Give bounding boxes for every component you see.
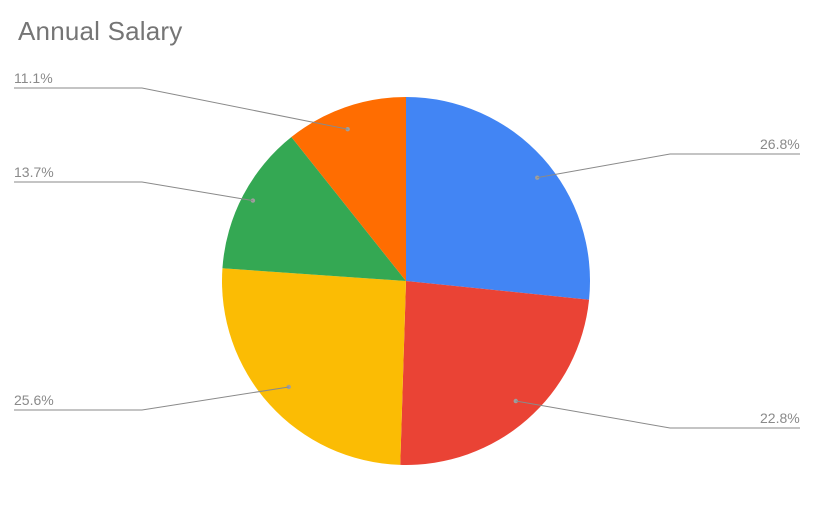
leader-line — [516, 401, 800, 428]
slice-red — [400, 281, 589, 465]
leader-line — [537, 154, 800, 178]
slice-label-blue: 26.8% — [760, 136, 800, 152]
slice-label-yellow: 25.6% — [14, 392, 54, 408]
slice-label-red: 22.8% — [760, 410, 800, 426]
leader-line — [14, 387, 289, 410]
slice-label-green: 13.7% — [14, 164, 54, 180]
slice-blue — [406, 97, 590, 300]
slice-yellow — [222, 268, 406, 465]
leader-line — [14, 88, 348, 129]
pie-chart — [0, 0, 824, 509]
slice-label-orange: 11.1% — [14, 70, 53, 86]
leader-line — [14, 182, 253, 201]
